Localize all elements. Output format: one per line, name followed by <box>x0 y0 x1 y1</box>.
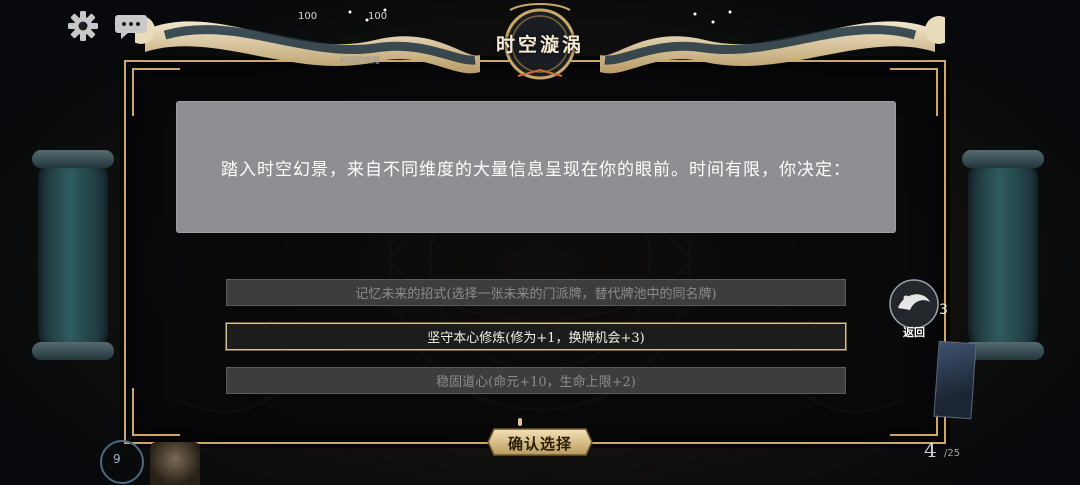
deck-current-count: 4 <box>924 438 937 462</box>
card-thumbnail[interactable] <box>933 340 977 420</box>
deck-total-count: /25 <box>944 448 961 459</box>
option-label: 坚守本心修炼(修为+1，换牌机会+3) <box>427 331 645 346</box>
panel-corner-ornament <box>890 388 938 436</box>
option-label: 稳固道心(命元+10，生命上限+2) <box>436 375 636 390</box>
confirm-button-ornament <box>518 418 522 426</box>
back-count: 3 <box>939 302 948 318</box>
event-message-box: 踏入时空幻景，来自不同维度的大量信息呈现在你的眼前。时间有限，你决定： <box>176 101 896 233</box>
level-ring-icon <box>100 440 144 484</box>
option-remember-future-moves[interactable]: 记忆未来的招式(选择一张未来的门派牌，替代牌池中的同名牌) <box>226 279 846 306</box>
right-decorative-scroll <box>962 150 1044 360</box>
level-number: 9 <box>113 452 121 466</box>
confirm-button-label: 确认选择 <box>507 435 572 453</box>
resource-counter: 100 <box>368 11 388 22</box>
panel-corner-ornament <box>132 388 180 436</box>
event-title: 时空漩涡 <box>495 34 584 56</box>
option-stabilize-dao-heart[interactable]: 稳固道心(命元+10，生命上限+2) <box>226 367 846 394</box>
option-steadfast-cultivation[interactable]: 坚守本心修炼(修为+1，换牌机会+3) <box>226 323 846 350</box>
resource-label: 时间的馈赠 <box>340 56 380 65</box>
resource-counter: 100 <box>298 11 318 22</box>
gear-icon[interactable] <box>66 9 100 43</box>
character-portrait[interactable] <box>150 442 200 485</box>
left-decorative-scroll <box>32 150 114 360</box>
option-label: 记忆未来的招式(选择一张未来的门派牌，替代牌池中的同名牌) <box>355 287 717 302</box>
back-button-label: 返回 <box>903 326 925 339</box>
chat-icon[interactable] <box>114 12 148 40</box>
event-message-text: 踏入时空幻景，来自不同维度的大量信息呈现在你的眼前。时间有限，你决定： <box>221 159 851 180</box>
